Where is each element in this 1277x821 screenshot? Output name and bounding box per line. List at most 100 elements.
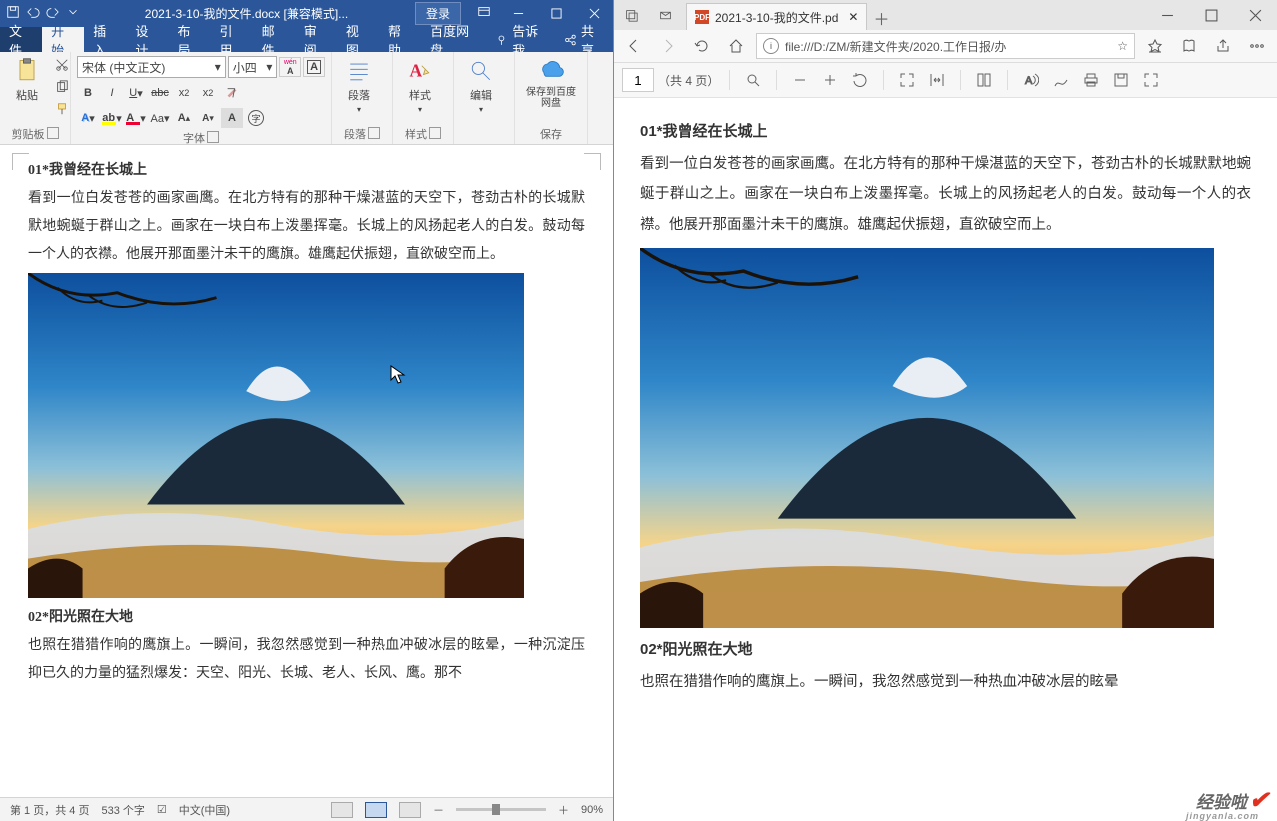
pdf-fullscreen-icon[interactable] [1138,67,1164,93]
baidu-save-button[interactable]: 保存到百度网盘 [521,55,581,111]
character-border-icon[interactable]: A [303,57,325,77]
editing-button[interactable]: 编辑▾ [460,55,502,116]
undo-icon[interactable] [26,5,40,22]
status-language[interactable]: 中文(中国) [179,802,230,818]
status-spellcheck-icon[interactable]: ☑ [157,803,167,816]
paste-button[interactable]: 粘贴 [6,55,48,105]
nav-home-icon[interactable] [722,32,750,60]
underline-icon[interactable]: U▾ [125,83,147,103]
bold-icon[interactable]: B [77,83,99,103]
site-info-icon[interactable]: i [763,38,779,54]
font-launcher[interactable] [207,131,219,143]
pdf-zoom-in-icon[interactable] [817,67,843,93]
font-name-selector[interactable]: 宋体 (中文正文)▾ [77,56,226,78]
pdf-fit-page-icon[interactable] [894,67,920,93]
paragraph-button[interactable]: 段落▾ [338,55,380,116]
qat-more-icon[interactable] [66,5,80,22]
share-page-icon[interactable] [1209,32,1237,60]
browser-close-button[interactable] [1233,0,1277,30]
browser-maximize-button[interactable] [1189,0,1233,30]
bookmark-star-icon[interactable]: ☆ [1117,39,1128,53]
clipboard-launcher[interactable] [47,127,59,139]
pdf-paragraph-2: 也照在猎猎作响的鹰旗上。一瞬间，我忽然感觉到一种热血冲破冰层的眩晕 [640,667,1251,697]
zoom-in-icon[interactable]: ＋ [558,802,569,818]
pdf-save-icon[interactable] [1108,67,1134,93]
italic-icon[interactable]: I [101,83,123,103]
pdf-heading-2: 02*阳光照在大地 [640,638,1251,659]
browser-tab[interactable]: PDF 2021-3-10-我的文件.pd ✕ [686,3,867,30]
view-print-icon[interactable] [365,802,387,818]
font-size-selector[interactable]: 小四▾ [228,56,278,78]
shrink-font-icon[interactable]: A▾ [197,108,219,128]
new-tab-button[interactable]: ＋ [867,6,895,30]
pdf-draw-icon[interactable] [1048,67,1074,93]
change-case-icon[interactable]: Aa▾ [149,108,171,128]
tab-preview-icon[interactable] [648,0,682,30]
pdf-page-input[interactable] [622,68,654,92]
zoom-slider[interactable] [456,808,546,811]
ribbon-display-icon[interactable] [469,5,499,22]
browser-minimize-button[interactable] [1145,0,1189,30]
view-read-icon[interactable] [331,802,353,818]
text-effects-icon[interactable]: A▾ [77,108,99,128]
url-text: file:///D:/ZM/新建文件夹/2020.工作日报/办 [785,38,1006,55]
pdf-read-aloud-icon[interactable]: A [1018,67,1044,93]
styles-button[interactable]: A 样式▾ [399,55,441,116]
save-icon[interactable] [6,5,20,22]
pdf-file-icon: PDF [695,10,709,24]
phonetic-guide-icon[interactable]: wénA [279,57,301,77]
view-web-icon[interactable] [399,802,421,818]
superscript-icon[interactable]: x2 [197,83,219,103]
format-painter-icon[interactable] [51,99,73,119]
word-document-area[interactable]: 01*我曾经在长城上 看到一位白发苍苍的画家画鹰。在北方特有的那种干燥湛蓝的天空… [0,145,613,797]
pdf-fit-width-icon[interactable] [924,67,950,93]
pdf-rotate-icon[interactable] [847,67,873,93]
group-paragraph: 段落▾ 段落 [332,52,393,144]
tab-mailings[interactable]: 邮件 [253,27,295,52]
nav-back-icon[interactable] [620,32,648,60]
nav-refresh-icon[interactable] [688,32,716,60]
copy-icon[interactable] [51,77,73,97]
pdf-print-icon[interactable] [1078,67,1104,93]
tab-baidu[interactable]: 百度网盘 [421,27,487,52]
pdf-layout-icon[interactable] [971,67,997,93]
status-page[interactable]: 第 1 页，共 4 页 [10,802,89,818]
group-font: 宋体 (中文正文)▾ 小四▾ wénA A B I U▾ abc x2 x2 [71,52,332,144]
url-input[interactable]: i file:///D:/ZM/新建文件夹/2020.工作日报/办 ☆ [756,33,1135,59]
zoom-out-icon[interactable]: － [433,802,444,818]
subscript-icon[interactable]: x2 [173,83,195,103]
tab-view[interactable]: 视图 [337,27,379,52]
favorites-icon[interactable] [1141,32,1169,60]
strikethrough-icon[interactable]: abc [149,83,171,103]
tab-help[interactable]: 帮助 [379,27,421,52]
styles-launcher[interactable] [429,127,441,139]
tab-insert[interactable]: 插入 [84,27,126,52]
tab-home[interactable]: 开始 [42,27,84,52]
mouse-cursor-icon [390,365,406,385]
font-color-icon[interactable]: A▾ [125,108,147,128]
tab-close-icon[interactable]: ✕ [848,10,858,24]
pdf-document-area[interactable]: 01*我曾经在长城上 看到一位白发苍苍的画家画鹰。在北方特有的那种干燥湛蓝的天空… [614,98,1277,821]
grow-font-icon[interactable]: A▴ [173,108,195,128]
tab-actions-icon[interactable] [614,0,648,30]
reading-list-icon[interactable] [1175,32,1203,60]
highlight-icon[interactable]: ab▾ [101,108,123,128]
pdf-search-icon[interactable] [740,67,766,93]
browser-menu-icon[interactable] [1243,32,1271,60]
pdf-zoom-out-icon[interactable] [787,67,813,93]
tab-file[interactable]: 文件 [0,27,42,52]
tab-layout[interactable]: 布局 [168,27,210,52]
redo-icon[interactable] [46,5,60,22]
nav-forward-icon[interactable] [654,32,682,60]
tab-design[interactable]: 设计 [126,27,168,52]
clear-formatting-icon[interactable] [221,83,243,103]
status-words[interactable]: 533 个字 [101,802,144,818]
group-editing: 编辑▾ [454,52,515,144]
paragraph-launcher[interactable] [368,127,380,139]
enclose-character-icon[interactable]: 字 [245,108,267,128]
cut-icon[interactable] [51,55,73,75]
character-shading-icon[interactable]: A [221,108,243,128]
zoom-level[interactable]: 90% [581,804,603,816]
tab-review[interactable]: 审阅 [295,27,337,52]
tab-references[interactable]: 引用 [211,27,253,52]
